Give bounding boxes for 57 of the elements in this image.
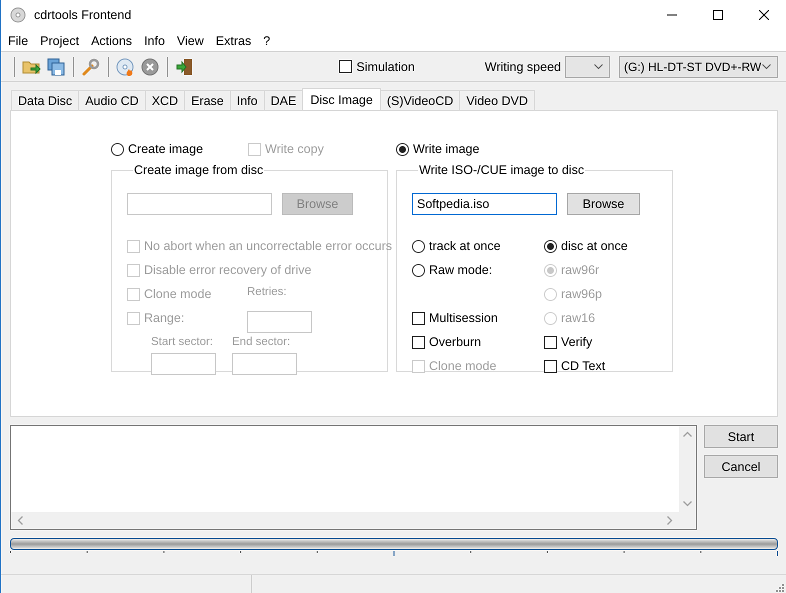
tab[interactable]: (S)VideoCD	[380, 90, 460, 110]
window-title: cdrtools Frontend	[34, 8, 132, 22]
radio-button[interactable]: Create image	[111, 141, 204, 157]
checkbox[interactable]: Multisession	[412, 310, 498, 326]
menu-item[interactable]: Info	[138, 34, 171, 48]
chevron-icon[interactable]	[683, 431, 692, 437]
end-sector-label: End sector:	[232, 336, 292, 350]
chevron-icon[interactable]	[667, 516, 673, 525]
close-icon[interactable]	[759, 10, 769, 20]
start-button[interactable]: Start	[704, 425, 778, 448]
start-sector-label: Start sector:	[151, 336, 214, 350]
radio-button[interactable]: disc at once	[544, 238, 628, 254]
drive-dropdown[interactable]: (G:) HL-DT-ST DVD+-RW	[619, 56, 778, 78]
checkbox[interactable]: Simulation	[339, 58, 415, 74]
caret-icon	[594, 64, 603, 70]
disc-icon	[10, 7, 26, 23]
path-field[interactable]	[127, 192, 272, 214]
menu-item[interactable]: View	[170, 34, 210, 48]
menu-item[interactable]: File	[2, 34, 34, 48]
radio-button[interactable]: Write image	[396, 141, 480, 157]
tab[interactable]: Video DVD	[459, 90, 535, 110]
tab[interactable]: Data Disc	[11, 90, 80, 110]
menu-item[interactable]: Actions	[85, 34, 138, 48]
caret-icon	[762, 64, 771, 70]
speed-dropdown[interactable]	[565, 56, 610, 78]
chevron-icon[interactable]	[17, 516, 23, 525]
group-title: Write ISO-/CUE image to disc	[418, 163, 586, 177]
chevron-icon[interactable]	[683, 501, 692, 507]
checkbox[interactable]: CD Text	[544, 358, 606, 374]
vertical-scrollbar[interactable]	[679, 426, 696, 529]
track-bar[interactable]	[10, 538, 778, 550]
end-sector-field[interactable]	[232, 353, 297, 375]
file-field[interactable]: Softpedia.iso	[412, 192, 557, 214]
writing-speed-label: Writing speed	[484, 60, 561, 74]
checkbox[interactable]: Verify	[544, 334, 592, 350]
group-title: Create image from disc	[133, 163, 264, 177]
horizontal-scrollbar[interactable]	[11, 512, 679, 529]
checkbox[interactable]: Overburn	[412, 334, 482, 350]
wrench-icon[interactable]	[81, 56, 101, 76]
radio-button[interactable]: Raw mode:	[412, 262, 492, 278]
retries-field[interactable]	[247, 311, 312, 333]
resize-grip-icon[interactable]	[775, 583, 785, 593]
floppy-disks-icon[interactable]	[46, 56, 66, 76]
exit-door-icon[interactable]	[175, 56, 195, 76]
tab[interactable]: Disc Image	[302, 88, 381, 110]
menu-item[interactable]: Project	[34, 34, 86, 48]
radio-button[interactable]: track at once	[412, 238, 501, 254]
retries-label: Retries:	[247, 286, 287, 300]
menu-item[interactable]: ?	[257, 34, 276, 48]
cancel-button[interactable]: Cancel	[704, 455, 778, 478]
browse-button[interactable]: Browse	[567, 192, 640, 214]
disc-burn-icon[interactable]	[116, 56, 136, 76]
maximize-icon[interactable]	[713, 10, 723, 20]
start-sector-field[interactable]	[151, 353, 216, 375]
menu-item[interactable]: Extras	[210, 34, 258, 48]
cancel-icon[interactable]	[140, 56, 160, 76]
log-area[interactable]	[10, 425, 697, 530]
